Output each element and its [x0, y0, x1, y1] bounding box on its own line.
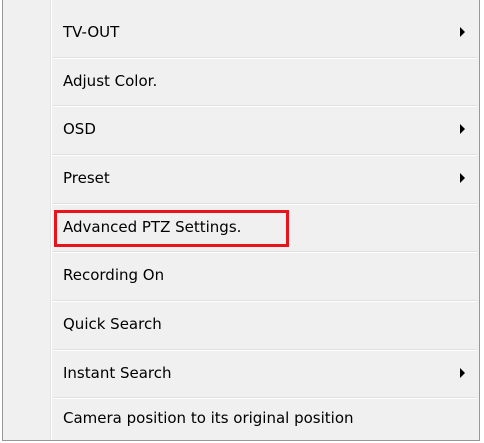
menu-item-preset[interactable]: Preset [3, 154, 479, 202]
submenu-arrow-icon [460, 173, 465, 183]
submenu-arrow-icon [460, 124, 465, 134]
submenu-arrow-icon [460, 368, 465, 378]
context-menu: TV-OUT Adjust Color. OSD Preset Advanced… [2, 0, 480, 441]
menu-item-label: Recording On [63, 266, 165, 284]
menu-item-label: Advanced PTZ Settings. [63, 218, 242, 236]
menu-item-label: Adjust Color. [63, 72, 158, 90]
menu-item-label: OSD [63, 120, 96, 138]
menu-item-instant-search[interactable]: Instant Search [3, 349, 479, 397]
menu-item-osd[interactable]: OSD [3, 105, 479, 153]
menu-item-quick-search[interactable]: Quick Search [3, 300, 479, 348]
menu-item-recording-on[interactable]: Recording On [3, 251, 479, 299]
menu-item-label: Quick Search [63, 315, 162, 333]
menu-item-label: Instant Search [63, 364, 172, 382]
menu-item-label: Camera position to its original position [63, 409, 354, 427]
menu-item-adjust-color[interactable]: Adjust Color. [3, 57, 479, 105]
submenu-arrow-icon [460, 27, 465, 37]
menu-item-tv-out[interactable]: TV-OUT [3, 8, 479, 56]
menu-item-label: Preset [63, 169, 110, 187]
menu-item-label: TV-OUT [63, 23, 120, 41]
menu-item-advanced-ptz-settings[interactable]: Advanced PTZ Settings. [3, 203, 479, 251]
menu-item-camera-position-reset[interactable]: Camera position to its original position [3, 397, 479, 439]
